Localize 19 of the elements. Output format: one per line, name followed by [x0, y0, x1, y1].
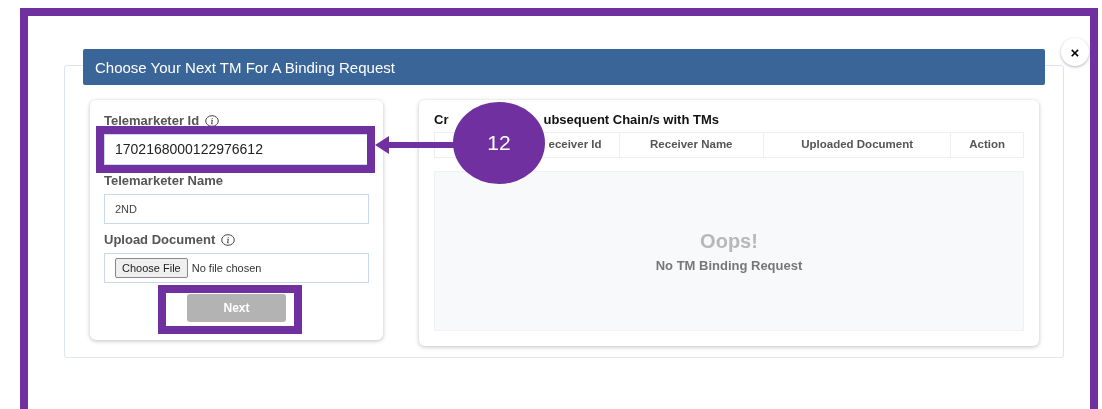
callout-number: 12 — [453, 102, 545, 184]
field-label: Telemarketer Name — [104, 172, 223, 191]
file-status: No file chosen — [191, 260, 262, 276]
file-input[interactable]: Choose File No file chosen — [104, 253, 369, 283]
column-header: eceiver Id — [548, 137, 603, 153]
section-heading: ubsequent Chain/s with TMs — [543, 111, 719, 128]
text-field[interactable]: 1702168000122976612 — [104, 134, 369, 165]
column-header: Uploaded Document — [763, 133, 951, 157]
empty-message: No TM Binding Request — [655, 257, 803, 276]
dialog-title: Choose Your Next TM For A Binding Request — [83, 49, 1045, 85]
empty-title: Oops! — [700, 229, 758, 255]
column-header: Receiver Name — [618, 133, 763, 157]
choose-file-button[interactable]: Choose File — [115, 257, 188, 279]
column-header: Action — [950, 133, 1023, 157]
close-button[interactable]: × — [1061, 38, 1089, 66]
field-label: Upload Document — [104, 231, 216, 250]
field-label: Telemarketer Id — [104, 112, 200, 131]
section-heading: Cr — [434, 111, 449, 128]
text-field[interactable]: 2ND — [104, 194, 369, 224]
